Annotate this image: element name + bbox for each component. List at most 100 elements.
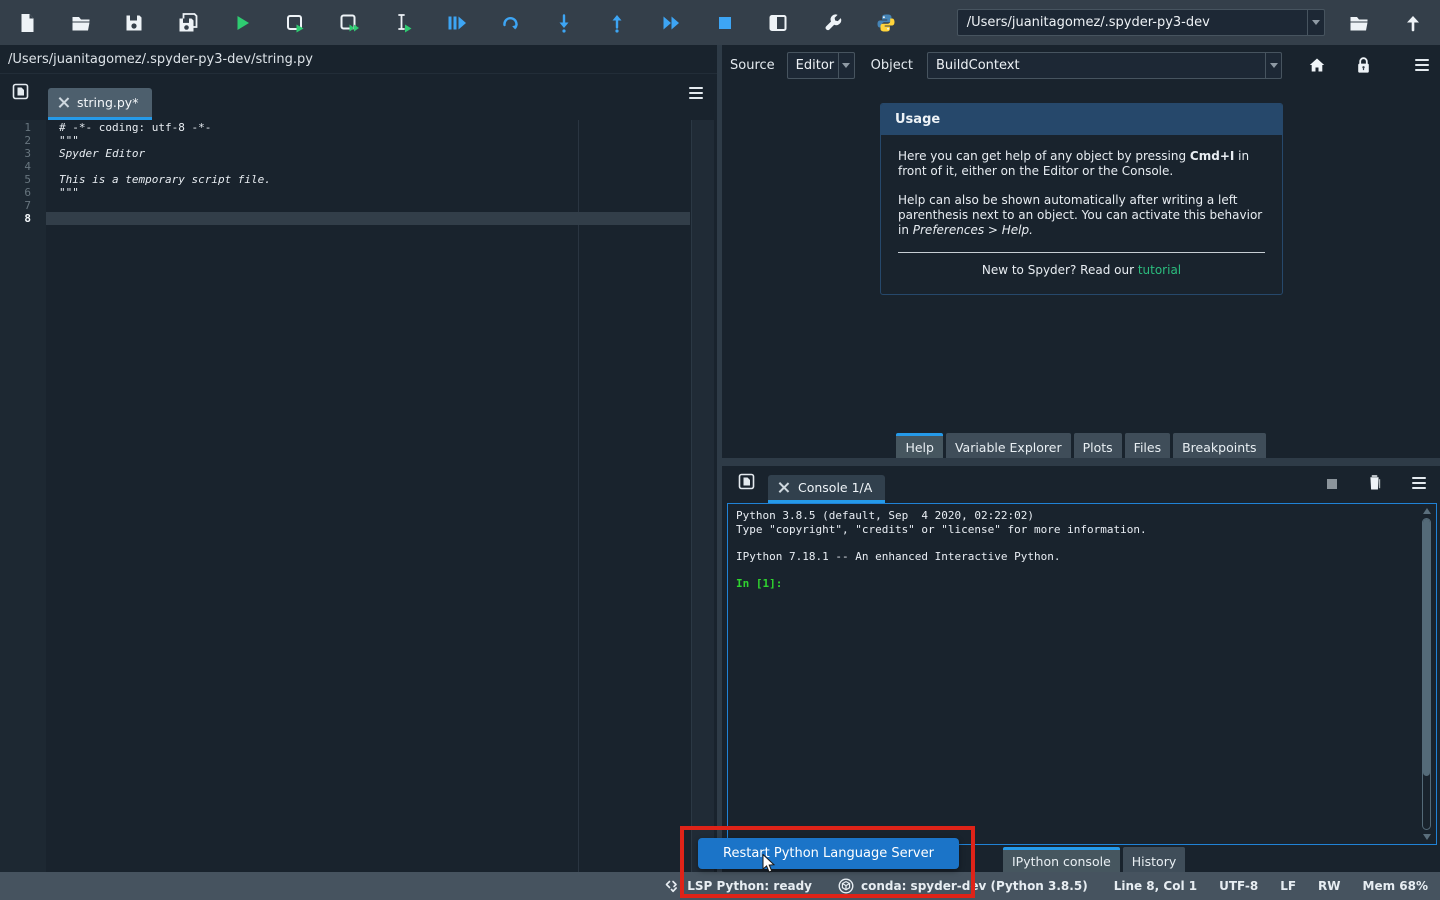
tab-console-1a[interactable]: Console 1/A [768,475,885,503]
source-select[interactable]: Editor [787,52,855,79]
code-editor[interactable]: 1# -*- coding: utf-8 -*- 2""" 3Spyder Ed… [0,120,717,872]
continue-icon [660,12,682,34]
preferences-button[interactable] [805,0,859,45]
home-button[interactable] [1308,56,1326,74]
console-output-line: Python 3.8.5 (default, Sep 4 2020, 02:22… [736,509,1428,523]
save-all-button[interactable] [161,0,215,45]
chevron-down-icon [1312,20,1320,25]
maximize-pane-button[interactable] [752,0,806,45]
run-selection-icon [392,12,414,34]
scroll-up-icon[interactable] [1423,508,1431,514]
usage-footer: New to Spyder? Read our tutorial [898,263,1265,282]
save-button[interactable] [107,0,161,45]
editor-options-menu-icon[interactable] [689,87,703,99]
object-dropdown[interactable] [1265,53,1281,78]
console-options-menu-icon[interactable] [1412,477,1426,489]
console-output-line [736,563,1428,577]
object-value: BuildContext [928,58,1265,73]
code-line: 6""" [0,186,690,199]
home-icon [1308,56,1326,74]
code-line: 2""" [0,134,690,147]
line-number-gutter [0,120,46,872]
usage-paragraph-1: Here you can get help of any object by p… [898,149,1265,179]
run-cell-advance-icon [338,12,360,34]
help-toolbar: Source Editor Object BuildContext [722,45,1440,85]
tab-breakpoints[interactable]: Breakpoints [1173,433,1265,458]
console-tabbar: Console 1/A [722,466,1440,503]
trash-button[interactable] [1367,474,1382,491]
save-all-icon [177,12,199,34]
eol-status: LF [1280,879,1296,893]
debug-file-button[interactable] [430,0,484,45]
parent-directory-button[interactable] [1386,0,1440,45]
step-into-button[interactable] [537,0,591,45]
source-dropdown[interactable] [838,53,854,78]
continue-button[interactable] [644,0,698,45]
new-file-button[interactable] [0,0,54,45]
python-logo-icon [875,12,897,34]
open-file-button[interactable] [54,0,108,45]
step-into-icon [553,12,575,34]
permissions-status: RW [1318,879,1340,893]
horizontal-splitter[interactable] [722,458,1440,466]
scrollbar-thumb[interactable] [1423,519,1430,776]
usage-card: Usage Here you can get help of any objec… [880,103,1283,295]
run-current-line-button[interactable] [483,0,537,45]
conda-status[interactable]: conda: spyder-dev (Python 3.8.5) [838,878,1088,894]
console-pane: Console 1/A Python 3.8.5 (default, Sep 4… [722,466,1440,872]
working-directory-dropdown[interactable] [1307,10,1324,35]
lock-icon [1356,56,1371,74]
stop-button[interactable] [698,0,752,45]
wrench-icon [821,12,843,34]
working-directory-combobox[interactable]: /Users/juanitagomez/.spyder-py3-dev [957,9,1325,36]
ipython-console[interactable]: Python 3.8.5 (default, Sep 4 2020, 02:22… [727,503,1437,845]
step-return-button[interactable] [591,0,645,45]
console-scrollbar[interactable] [1420,505,1435,843]
code-line: 1# -*- coding: utf-8 -*- [0,121,690,134]
tutorial-link[interactable]: tutorial [1138,263,1181,277]
run-cell-button[interactable] [268,0,322,45]
encoding-status: UTF-8 [1219,879,1258,893]
scroll-down-icon[interactable] [1423,834,1431,840]
run-button[interactable] [215,0,269,45]
code-line: 5This is a temporary script file. [0,173,690,186]
run-selection-button[interactable] [376,0,430,45]
run-icon [231,12,253,34]
tab-plots[interactable]: Plots [1074,433,1122,458]
browse-tabs-icon[interactable] [12,83,29,100]
object-combobox[interactable]: BuildContext [927,52,1282,79]
trash-icon [1367,474,1382,491]
console-bottom-tabbar: IPython console History [1003,847,1185,872]
restart-language-server-button[interactable]: Restart Python Language Server [698,838,959,869]
source-label: Source [730,58,775,73]
tab-history[interactable]: History [1123,847,1185,872]
close-icon[interactable] [778,482,789,493]
lsp-status-text: LSP Python: ready [687,879,812,893]
conda-status-text: conda: spyder-dev (Python 3.8.5) [861,879,1088,893]
help-options-menu-icon[interactable] [1415,59,1429,71]
console-output-line: IPython 7.18.1 -- An enhanced Interactiv… [736,550,1428,564]
lock-button[interactable] [1356,56,1371,74]
browse-tabs-icon[interactable] [738,473,755,490]
python-environment-button[interactable] [859,0,913,45]
tab-variable-explorer[interactable]: Variable Explorer [946,433,1071,458]
tab-help[interactable]: Help [896,433,943,458]
maximize-pane-icon [767,12,789,34]
close-icon[interactable] [58,97,69,108]
arrow-up-icon [1402,12,1424,34]
tab-string-py[interactable]: string.py* [48,88,152,120]
run-cell-icon [284,12,306,34]
lsp-status[interactable]: LSP Python: ready [664,878,812,894]
interrupt-kernel-icon[interactable] [1327,479,1337,489]
tab-files[interactable]: Files [1125,433,1170,458]
console-output-line [736,536,1428,550]
console-output-line: Type "copyright", "credits" or "license"… [736,523,1428,537]
tab-ipython-console[interactable]: IPython console [1003,847,1120,872]
divider [898,252,1265,253]
run-cell-advance-button[interactable] [322,0,376,45]
folder-icon [1348,12,1370,34]
browse-directory-button[interactable] [1333,0,1387,45]
scroll-flag-area[interactable] [691,120,714,872]
usage-title: Usage [881,104,1282,135]
scrollbar-track[interactable] [1422,518,1431,830]
